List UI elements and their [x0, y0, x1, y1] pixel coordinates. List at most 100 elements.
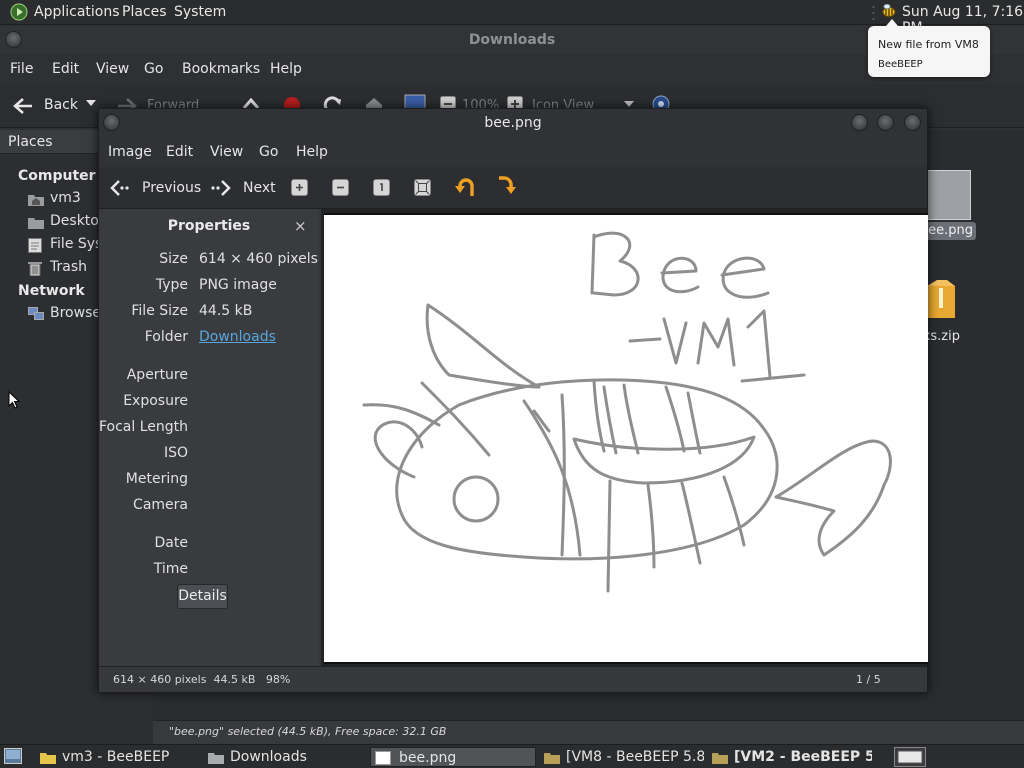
- workspace-switcher[interactable]: [894, 747, 926, 767]
- task-label: Downloads: [230, 749, 307, 765]
- menu-help[interactable]: Help: [296, 144, 328, 160]
- top-panel: Applications Places System Sun Aug 11, 7…: [0, 0, 1024, 36]
- best-fit-icon[interactable]: [414, 179, 431, 196]
- image-collection-position: 1 / 5: [856, 673, 881, 686]
- image-canvas[interactable]: [321, 209, 928, 666]
- previous-arrow-icon[interactable]: [109, 178, 131, 198]
- zoom-out-icon[interactable]: [332, 179, 349, 196]
- home-folder-icon: [28, 192, 44, 206]
- prop-label-size: Size: [159, 251, 188, 267]
- window-title-text: bee.png: [484, 115, 542, 131]
- beebeep-tray-icon[interactable]: [881, 3, 897, 19]
- distro-logo-icon[interactable]: [10, 3, 28, 21]
- image-viewer-statusbar: 614 × 460 pixels 44.5 kB 98% 1 / 5: [99, 666, 927, 692]
- task-label: [VM8 - BeeBEEP 5.8...: [566, 749, 704, 765]
- next-arrow-icon[interactable]: [210, 178, 232, 198]
- prop-label-metering: Metering: [125, 471, 188, 487]
- notification-title: New file from VM8: [878, 38, 979, 51]
- menu-edit[interactable]: Edit: [52, 61, 79, 77]
- task-bee-png[interactable]: bee.png: [370, 747, 536, 767]
- window-title-text: Downloads: [468, 32, 556, 48]
- bee-drawing-image: [324, 213, 928, 664]
- menu-help[interactable]: Help: [270, 61, 302, 77]
- image-info: 614 × 460 pixels 44.5 kB 98%: [113, 673, 291, 686]
- image-viewer-window: bee.png Image Edit View Go Help Previous…: [98, 108, 928, 693]
- details-button[interactable]: Details: [177, 584, 228, 609]
- sidebar-item-vm3[interactable]: vm3: [50, 190, 81, 206]
- zip-archive-icon[interactable]: [925, 280, 957, 318]
- prop-value-file-size: 44.5 kB: [199, 303, 253, 319]
- panel-separator-icon: [872, 5, 875, 21]
- prop-label-time: Time: [153, 561, 188, 577]
- prop-label-iso: ISO: [163, 445, 188, 461]
- task-vm2-beebeep[interactable]: [VM2 - BeeBEEP 5....: [708, 747, 872, 767]
- prop-label-exposure: Exposure: [123, 393, 188, 409]
- prop-label-focal-length: Focal Length: [98, 419, 188, 435]
- menu-image[interactable]: Image: [108, 144, 152, 160]
- minimize-button[interactable]: [851, 114, 868, 131]
- menu-view[interactable]: View: [210, 144, 243, 160]
- previous-button[interactable]: Previous: [142, 180, 201, 196]
- normal-size-icon[interactable]: [373, 179, 390, 196]
- rotate-left-icon[interactable]: [454, 176, 476, 198]
- next-button[interactable]: Next: [243, 180, 276, 196]
- prop-label-date: Date: [154, 535, 188, 551]
- file-bee-png-thumbnail[interactable]: [923, 170, 971, 220]
- window-menu-button[interactable]: [5, 31, 22, 48]
- prop-label-folder: Folder: [144, 329, 188, 345]
- close-icon[interactable]: ×: [294, 217, 307, 235]
- task-label: [VM2 - BeeBEEP 5....: [734, 749, 872, 765]
- mouse-pointer-icon: [8, 391, 20, 409]
- back-arrow-icon[interactable]: [12, 96, 34, 116]
- prop-label-aperture: Aperture: [126, 367, 188, 383]
- file-system-icon: [28, 238, 42, 253]
- beebeep-app-icon: [544, 750, 560, 764]
- folder-link[interactable]: Downloads: [199, 329, 276, 345]
- file-linucks-zip-label[interactable]: linucks.zip: [924, 328, 1024, 346]
- network-icon: [28, 307, 44, 321]
- properties-sidebar: Properties × Size 614 × 460 pixels Type …: [99, 209, 319, 666]
- folder-icon: [208, 750, 224, 764]
- taskbar: vm3 - BeeBEEP Downloads bee.png [VM8 - B…: [0, 744, 1024, 768]
- menu-bookmarks[interactable]: Bookmarks: [182, 61, 260, 77]
- maximize-button[interactable]: [877, 114, 894, 131]
- trash-icon: [28, 261, 42, 276]
- menu-view[interactable]: View: [96, 61, 129, 77]
- zoom-in-icon[interactable]: [291, 179, 308, 196]
- file-linucks-zip-text: linucks.zip: [924, 329, 960, 344]
- rotate-right-icon[interactable]: [495, 176, 517, 198]
- places-menu[interactable]: Places: [122, 4, 167, 20]
- close-button[interactable]: [904, 114, 921, 131]
- image-file-icon: [375, 751, 391, 765]
- menu-go[interactable]: Go: [144, 61, 163, 77]
- image-viewer-menubar: Image Edit View Go Help: [99, 137, 927, 167]
- back-button[interactable]: Back: [44, 97, 78, 113]
- task-vm3-beebeep[interactable]: vm3 - BeeBEEP: [36, 747, 198, 767]
- task-downloads[interactable]: Downloads: [204, 747, 364, 767]
- notification-body: BeeBEEP: [878, 59, 923, 70]
- applications-menu[interactable]: Applications: [34, 4, 120, 20]
- window-menu-button[interactable]: [103, 114, 120, 131]
- sidebar-item-trash[interactable]: Trash: [50, 259, 87, 275]
- task-label: vm3 - BeeBEEP: [62, 749, 170, 765]
- show-desktop-icon[interactable]: [4, 748, 22, 764]
- menu-go[interactable]: Go: [259, 144, 278, 160]
- image-viewer-toolbar: Previous Next: [99, 167, 927, 209]
- prop-value-size: 614 × 460 pixels: [199, 251, 318, 267]
- beebeep-app-icon: [712, 750, 728, 764]
- prop-label-type: Type: [155, 277, 188, 293]
- file-manager-statusbar: "bee.png" selected (44.5 kB), Free space…: [153, 720, 1024, 744]
- task-vm8-beebeep[interactable]: [VM8 - BeeBEEP 5.8...: [540, 747, 704, 767]
- menu-file[interactable]: File: [10, 61, 33, 77]
- sidebar-category-computer: Computer: [18, 168, 96, 184]
- notification-bubble[interactable]: New file from VM8 BeeBEEP: [868, 19, 990, 77]
- properties-title: Properties: [167, 218, 251, 234]
- back-history-dropdown-icon[interactable]: [86, 100, 96, 108]
- menu-edit[interactable]: Edit: [166, 144, 193, 160]
- prop-label-camera: Camera: [133, 497, 188, 513]
- image-viewer-titlebar: bee.png: [99, 109, 927, 137]
- beebeep-app-icon: [40, 750, 56, 764]
- task-label: bee.png: [399, 750, 457, 766]
- desktop-folder-icon: [28, 215, 44, 229]
- system-menu[interactable]: System: [174, 4, 226, 20]
